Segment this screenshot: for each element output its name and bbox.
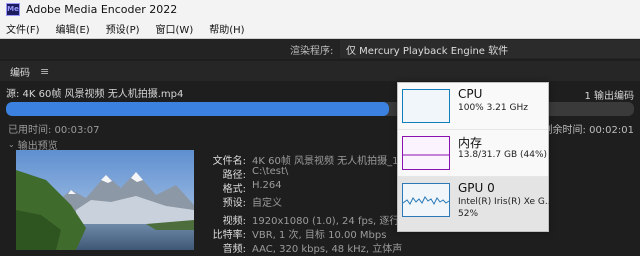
- detail-value: AAC, 320 kbps, 48 kHz, 立体声: [252, 244, 403, 255]
- tm-gpu[interactable]: GPU 0 Intel(R) Iris(R) Xe G... 52%: [398, 177, 553, 231]
- detail-audio: 音频: AAC, 320 kbps, 48 kHz, 立体声: [198, 240, 403, 255]
- detail-filename: 文件名: 4K 60帧 风景视频 无人机拍摄_1.mp4: [198, 152, 425, 167]
- memory-label: 内存: [458, 136, 483, 150]
- menu-bar: 文件(F) 编辑(E) 预设(P) 窗口(W) 帮助(H): [0, 18, 640, 39]
- detail-preset: 预设: 自定义: [198, 194, 282, 209]
- detail-value: H.264: [252, 180, 282, 191]
- elapsed-time: 已用时间: 00:03:07: [8, 125, 100, 136]
- cpu-graph: [402, 89, 450, 123]
- detail-label: 比特率:: [212, 230, 246, 241]
- gpu-model: Intel(R) Iris(R) Xe G...: [458, 197, 554, 207]
- memory-graph: [402, 136, 450, 170]
- detail-bitrate: 比特率: VBR, 1 次, 目标 10.00 Mbps: [198, 226, 387, 241]
- progress-fill: [6, 102, 390, 116]
- detail-value: VBR, 1 次, 目标 10.00 Mbps: [252, 230, 387, 241]
- app-icon: Me: [6, 2, 20, 16]
- remaining-time: 剩余时间: 00:02:01: [542, 125, 634, 136]
- detail-label: 路径:: [222, 170, 246, 181]
- detail-label: 预设:: [222, 198, 246, 209]
- menu-edit[interactable]: 编辑(E): [56, 21, 90, 36]
- menu-preset[interactable]: 预设(P): [106, 21, 140, 36]
- title-bar: Me Adobe Media Encoder 2022: [0, 0, 640, 18]
- gpu-usage: 52%: [458, 209, 479, 219]
- detail-label: 音频:: [222, 244, 246, 255]
- detail-label: 视频:: [222, 216, 246, 227]
- detail-format: 格式: H.264: [198, 180, 282, 195]
- panel-menu-icon[interactable]: ≡: [40, 65, 49, 78]
- cpu-label: CPU: [458, 87, 483, 101]
- menu-help[interactable]: 帮助(H): [209, 21, 244, 36]
- preview-thumbnail: [16, 150, 194, 250]
- detail-label: 格式:: [222, 184, 246, 195]
- chevron-down-icon: ⌄: [8, 140, 15, 149]
- detail-value: C:\test\: [252, 166, 289, 177]
- menu-file[interactable]: 文件(F): [6, 21, 40, 36]
- tm-memory[interactable]: 内存 13.8/31.7 GB (44%): [398, 130, 548, 176]
- gpu-label: GPU 0: [458, 181, 495, 195]
- renderer-bar: 渲染程序: 仅 Mercury Playback Engine 软件: [0, 39, 640, 59]
- panel-title: 编码: [10, 67, 30, 79]
- detail-label: 文件名:: [212, 156, 246, 167]
- output-count: 1 输出编码: [584, 91, 634, 102]
- memory-value: 13.8/31.7 GB (44%): [458, 150, 548, 160]
- tm-cpu[interactable]: CPU 100% 3.21 GHz: [398, 83, 548, 129]
- encode-panel-header: 编码 ≡: [0, 61, 640, 81]
- gpu-graph: [402, 183, 450, 217]
- renderer-select[interactable]: 仅 Mercury Playback Engine 软件: [340, 40, 640, 58]
- detail-value: 自定义: [252, 198, 282, 209]
- cpu-value: 100% 3.21 GHz: [458, 103, 528, 113]
- renderer-label: 渲染程序:: [290, 45, 334, 57]
- detail-path: 路径: C:\test\: [198, 166, 289, 181]
- window-title: Adobe Media Encoder 2022: [26, 2, 178, 16]
- task-manager-performance-panel: CPU 100% 3.21 GHz 内存 13.8/31.7 GB (44%) …: [397, 82, 553, 232]
- menu-window[interactable]: 窗口(W): [156, 21, 194, 36]
